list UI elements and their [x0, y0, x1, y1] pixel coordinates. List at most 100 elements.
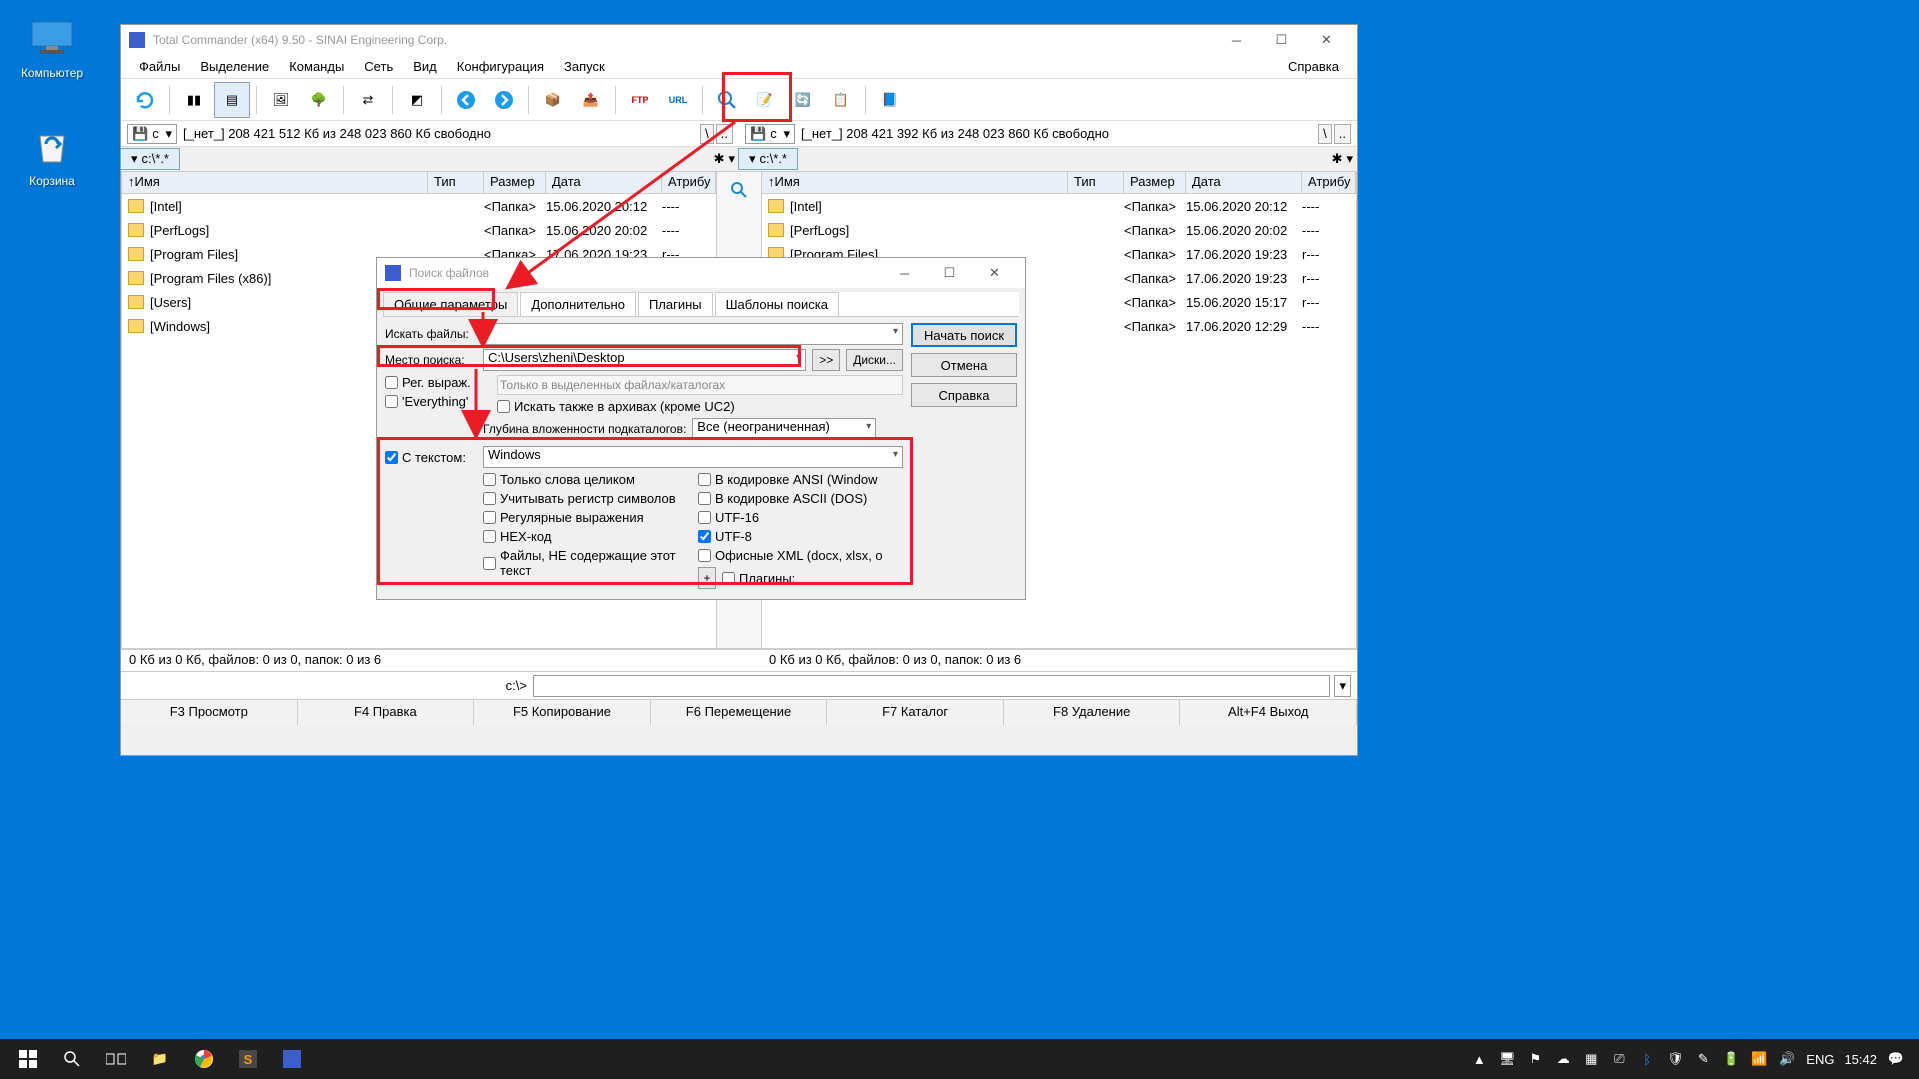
chk-regex[interactable]	[385, 376, 398, 389]
btn-expand[interactable]: >>	[812, 349, 840, 371]
cmd-history-dropdown[interactable]: ▾	[1334, 675, 1351, 697]
tab-templates[interactable]: Шаблоны поиска	[715, 292, 839, 316]
ftp-icon[interactable]: FTP	[622, 82, 658, 118]
rename-icon[interactable]: 📝	[747, 82, 783, 118]
thumbnails-icon[interactable]: 🖼	[263, 82, 299, 118]
dlg-close-button[interactable]: ✕	[972, 258, 1017, 288]
up-btn-left[interactable]: ..	[716, 124, 733, 144]
hdr-date-left[interactable]: Дата	[546, 172, 662, 193]
tray-lang[interactable]: ENG	[1806, 1052, 1834, 1067]
tray-wifi-icon[interactable]: 📶	[1750, 1050, 1768, 1068]
fkey-f8[interactable]: F8 Удаление	[1004, 700, 1181, 725]
forward-icon[interactable]	[486, 82, 522, 118]
hdr-name-right[interactable]: Имя	[775, 174, 800, 189]
input-search-where[interactable]: C:\Users\zheni\Desktop	[483, 349, 806, 371]
dlg-maximize-button[interactable]: ☐	[927, 258, 972, 288]
file-row[interactable]: [PerfLogs]<Папка>15.06.2020 20:02----	[762, 218, 1356, 242]
mid-search-icon[interactable]	[725, 176, 753, 204]
hdr-size-left[interactable]: Размер	[484, 172, 546, 193]
btn-start-search[interactable]: Начать поиск	[911, 323, 1017, 347]
menu-net[interactable]: Сеть	[354, 59, 403, 74]
drive-selector-left[interactable]: 💾c▾	[127, 124, 177, 144]
up-btn-right[interactable]: ..	[1334, 124, 1351, 144]
fkey-f6[interactable]: F6 Перемещение	[651, 700, 828, 725]
chk-whole-words[interactable]	[483, 473, 496, 486]
tray-nvidia-icon[interactable]: ▦	[1582, 1050, 1600, 1068]
refresh-icon[interactable]	[127, 82, 163, 118]
chk-utf16[interactable]	[698, 511, 711, 524]
select-depth[interactable]: Все (неограниченная)	[692, 418, 876, 440]
chk-archives[interactable]	[497, 400, 510, 413]
desktop-icon-computer[interactable]: Компьютер	[12, 14, 92, 80]
btn-help[interactable]: Справка	[911, 383, 1017, 407]
fkey-altf4[interactable]: Alt+F4 Выход	[1180, 700, 1357, 725]
left-tab[interactable]: c:\*.*	[142, 151, 169, 166]
start-button[interactable]	[6, 1039, 50, 1079]
taskview-icon[interactable]	[94, 1039, 138, 1079]
chk-withtext[interactable]	[385, 451, 398, 464]
right-tab[interactable]: c:\*.*	[760, 151, 787, 166]
fav-right-icon[interactable]: ✱	[1332, 151, 1343, 167]
tray-cloud-icon[interactable]: ☁	[1554, 1050, 1572, 1068]
explorer-taskbar-icon[interactable]: 📁	[138, 1039, 182, 1079]
fkey-f7[interactable]: F7 Каталог	[827, 700, 1004, 725]
tray-pen-icon[interactable]: ✎	[1694, 1050, 1712, 1068]
drive-selector-right[interactable]: 💾c▾	[745, 124, 795, 144]
back-icon[interactable]	[448, 82, 484, 118]
tray-sound-icon[interactable]: 🔊	[1778, 1050, 1796, 1068]
swap-panels-icon[interactable]: ⇄	[350, 82, 386, 118]
hdr-size-right[interactable]: Размер	[1124, 172, 1186, 193]
url-icon[interactable]: URL	[660, 82, 696, 118]
minimize-button[interactable]: ─	[1214, 25, 1259, 55]
file-row[interactable]: [PerfLogs]<Папка>15.06.2020 20:02----	[122, 218, 716, 242]
cmd-input[interactable]	[533, 675, 1330, 697]
tray-flag-icon[interactable]: ⚑	[1526, 1050, 1544, 1068]
menu-help[interactable]: Справка	[1278, 59, 1349, 74]
hdr-ext-right[interactable]: Тип	[1068, 172, 1124, 193]
menu-commands[interactable]: Команды	[279, 59, 354, 74]
chk-everything[interactable]	[385, 395, 398, 408]
view-brief-icon[interactable]: ▮▮	[176, 82, 212, 118]
chk-not[interactable]	[483, 557, 496, 570]
root-btn-right[interactable]: \	[1318, 124, 1332, 144]
search-icon[interactable]	[709, 82, 745, 118]
tab-advanced[interactable]: Дополнительно	[520, 292, 636, 316]
btn-plus[interactable]: +	[698, 567, 716, 589]
pack-icon[interactable]: 📦	[535, 82, 571, 118]
fav-left-icon[interactable]: ✱	[714, 151, 725, 167]
tray-notifications-icon[interactable]: 💬	[1887, 1050, 1905, 1068]
tray-display-icon[interactable]: ⎚	[1610, 1050, 1628, 1068]
fkey-f5[interactable]: F5 Копирование	[474, 700, 651, 725]
file-row[interactable]: [Intel]<Папка>15.06.2020 20:12----	[762, 194, 1356, 218]
file-row[interactable]: [Intel]<Папка>15.06.2020 20:12----	[122, 194, 716, 218]
chk-ansi[interactable]	[698, 473, 711, 486]
menu-view[interactable]: Вид	[403, 59, 447, 74]
tray-time[interactable]: 15:42	[1844, 1052, 1877, 1067]
desktop-icon-recycle[interactable]: Корзина	[12, 122, 92, 188]
menu-run[interactable]: Запуск	[554, 59, 615, 74]
hdr-ext-left[interactable]: Тип	[428, 172, 484, 193]
chk-plugins[interactable]	[722, 572, 735, 585]
chrome-taskbar-icon[interactable]	[182, 1039, 226, 1079]
tab-plugins[interactable]: Плагины	[638, 292, 713, 316]
tree-icon[interactable]: 🌳	[301, 82, 337, 118]
chk-hex[interactable]	[483, 530, 496, 543]
close-button[interactable]: ✕	[1304, 25, 1349, 55]
chk-re-text[interactable]	[483, 511, 496, 524]
tray-bluetooth-icon[interactable]: ᛒ	[1638, 1050, 1656, 1068]
hdr-attr-left[interactable]: Атрибу	[662, 172, 716, 193]
hdr-attr-right[interactable]: Атрибу	[1302, 172, 1356, 193]
hdr-date-right[interactable]: Дата	[1186, 172, 1302, 193]
menu-config[interactable]: Конфигурация	[447, 59, 554, 74]
input-search-files[interactable]	[483, 323, 903, 345]
search-taskbar-icon[interactable]	[50, 1039, 94, 1079]
tc-taskbar-icon[interactable]	[270, 1039, 314, 1079]
dlg-minimize-button[interactable]: ─	[882, 258, 927, 288]
btn-cancel[interactable]: Отмена	[911, 353, 1017, 377]
sync-icon[interactable]: 🔄	[785, 82, 821, 118]
tray-chevron-icon[interactable]: ▲	[1470, 1050, 1488, 1068]
hist-right-icon[interactable]: ▾	[1346, 151, 1353, 167]
input-withtext[interactable]: Windows	[483, 446, 903, 468]
maximize-button[interactable]: ☐	[1259, 25, 1304, 55]
root-btn-left[interactable]: \	[700, 124, 714, 144]
